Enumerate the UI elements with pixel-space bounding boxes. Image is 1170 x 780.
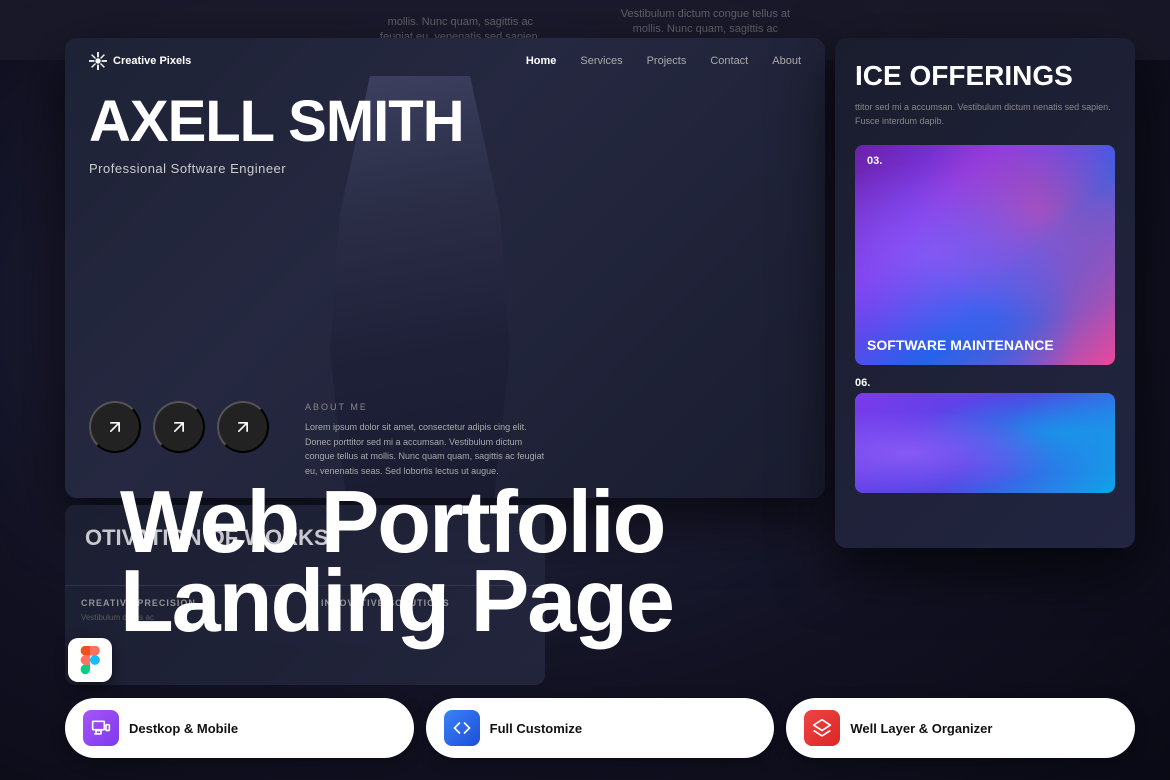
service-image-2-inner bbox=[855, 393, 1115, 493]
services-description: ttitor sed mi a accumsan. Vestibulum dic… bbox=[855, 100, 1115, 129]
hero-content: AXELL SMITH Professional Software Engine… bbox=[89, 93, 464, 176]
logo-text: Creative Pixels bbox=[113, 55, 191, 67]
arrow-btn-1[interactable] bbox=[89, 401, 141, 453]
badge-text-1: Destkop & Mobile bbox=[129, 721, 238, 736]
service-number-03: 03. bbox=[867, 155, 882, 167]
arrow-btn-3[interactable] bbox=[217, 401, 269, 453]
arrow-up-right-icon-2 bbox=[169, 417, 189, 437]
hero-name: AXELL SMITH bbox=[89, 93, 464, 151]
badge-customize: Full Customize bbox=[426, 698, 775, 758]
service-label-03: SOFTWARE MAINTENANCE bbox=[867, 337, 1054, 353]
main-nav: Creative Pixels Home Services Projects C… bbox=[65, 38, 825, 83]
hero-buttons bbox=[89, 401, 269, 453]
nav-home[interactable]: Home bbox=[526, 55, 557, 67]
badge-text-2: Full Customize bbox=[490, 721, 582, 736]
nav-services[interactable]: Services bbox=[580, 55, 622, 67]
figma-icon bbox=[68, 638, 112, 682]
arrow-btn-2[interactable] bbox=[153, 401, 205, 453]
main-title: Web Portfolio Landing Page bbox=[120, 482, 1170, 640]
about-label: ABOUT ME bbox=[305, 402, 545, 412]
main-title-line1: Web Portfolio bbox=[120, 482, 1170, 561]
service-number-06: 06. bbox=[855, 377, 1115, 389]
nav-projects[interactable]: Projects bbox=[647, 55, 687, 67]
badge-desktop-mobile: Destkop & Mobile bbox=[65, 698, 414, 758]
service-image-06 bbox=[855, 393, 1115, 493]
badge-icon-blue bbox=[444, 710, 480, 746]
logo-icon bbox=[89, 52, 107, 70]
code-icon bbox=[452, 718, 472, 738]
services-card: ICE OFFERINGS ttitor sed mi a accumsan. … bbox=[835, 38, 1135, 548]
feature-badges: Destkop & Mobile Full Customize Well Lay… bbox=[65, 698, 1135, 758]
service-image-inner bbox=[855, 145, 1115, 365]
logo-area: Creative Pixels bbox=[89, 52, 191, 70]
hero-subtitle: Professional Software Engineer bbox=[89, 161, 464, 176]
main-title-overlay: Web Portfolio Landing Page bbox=[120, 482, 1170, 640]
services-title: ICE OFFERINGS bbox=[855, 62, 1115, 90]
figma-logo bbox=[79, 646, 101, 674]
main-title-line2: Landing Page bbox=[120, 561, 1170, 640]
main-portfolio-card: Creative Pixels Home Services Projects C… bbox=[65, 38, 825, 498]
nav-links: Home Services Projects Contact About bbox=[526, 55, 801, 67]
desktop-icon bbox=[91, 718, 111, 738]
badge-icon-red bbox=[804, 710, 840, 746]
badge-layer-organizer: Well Layer & Organizer bbox=[786, 698, 1135, 758]
about-text: Lorem ipsum dolor sit amet, consectetur … bbox=[305, 420, 545, 478]
arrow-up-right-icon-3 bbox=[233, 417, 253, 437]
nav-contact[interactable]: Contact bbox=[710, 55, 748, 67]
badge-icon-purple bbox=[83, 710, 119, 746]
badge-text-3: Well Layer & Organizer bbox=[850, 721, 992, 736]
service-image-03: 03. SOFTWARE MAINTENANCE bbox=[855, 145, 1115, 365]
layers-icon bbox=[812, 718, 832, 738]
nav-about[interactable]: About bbox=[772, 55, 801, 67]
arrow-up-right-icon-1 bbox=[105, 417, 125, 437]
